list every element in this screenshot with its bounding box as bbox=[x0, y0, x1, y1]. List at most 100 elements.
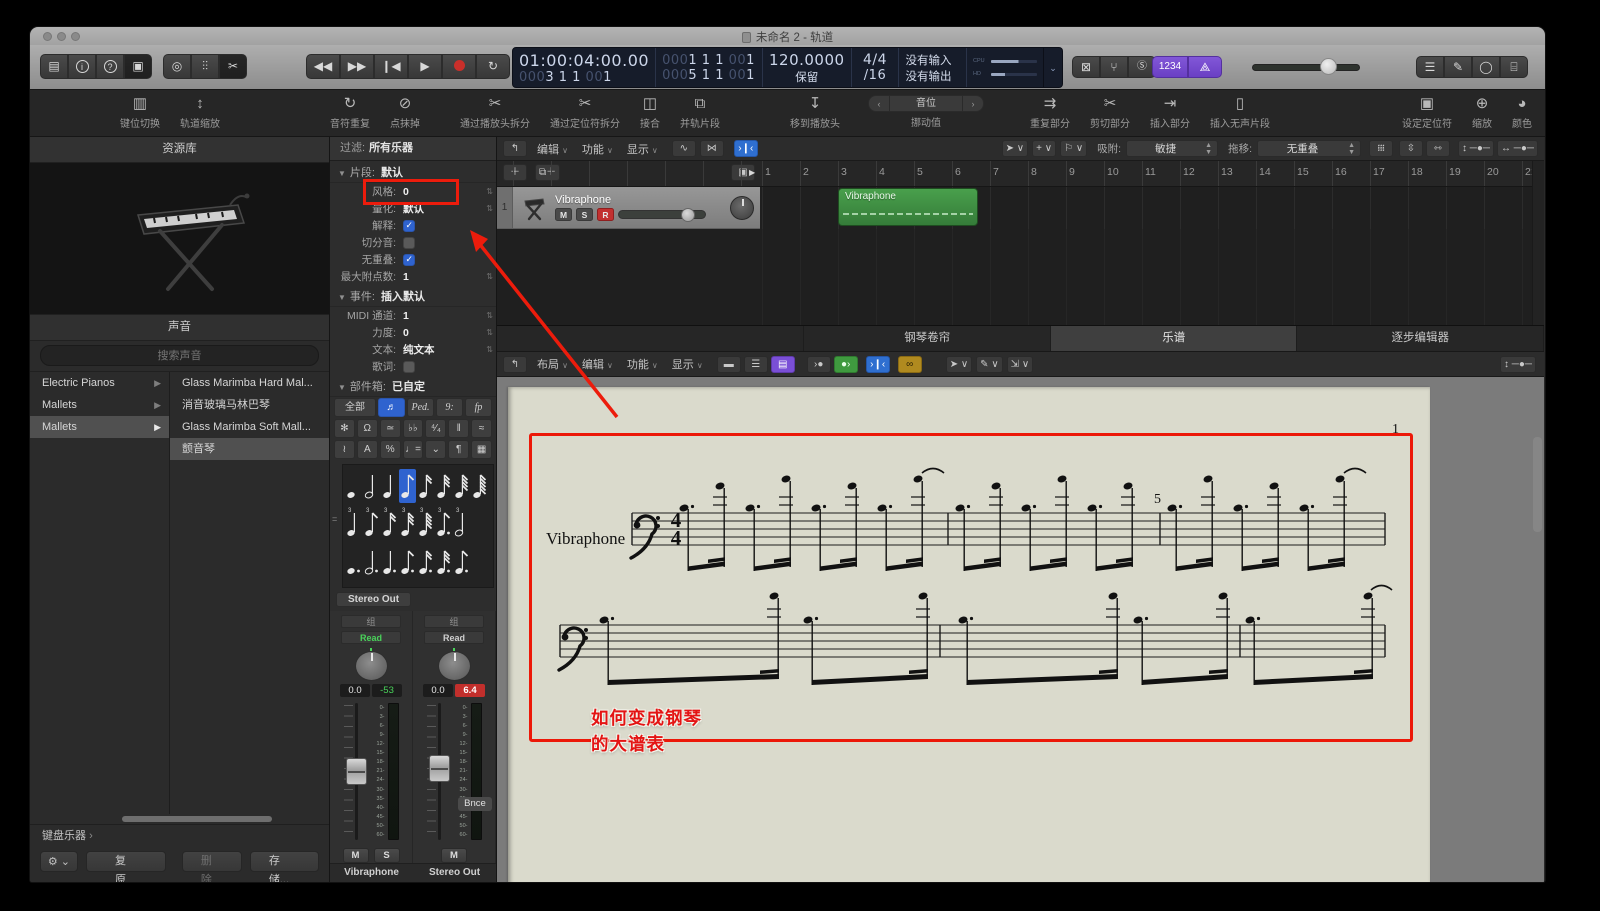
note-duration-cell[interactable] bbox=[453, 545, 470, 579]
back-arrow-icon[interactable]: ↰ bbox=[503, 140, 527, 157]
empty-lanes[interactable] bbox=[760, 229, 1532, 325]
repeat-category-icon[interactable]: ‖ bbox=[448, 419, 469, 438]
pedal-category-icon[interactable]: Ped. bbox=[407, 398, 434, 417]
track-volume-slider[interactable] bbox=[618, 210, 706, 219]
volume-thumb[interactable] bbox=[1320, 58, 1337, 75]
waveform-zoom-icon[interactable]: ᎒᎒᎒ bbox=[1369, 140, 1393, 157]
pan-knob[interactable] bbox=[355, 651, 388, 681]
menu-view[interactable]: 显示 ∨ bbox=[627, 141, 658, 157]
toolbar-item-keyboard[interactable]: ▥键位切换 bbox=[120, 95, 160, 130]
automation-mode-button[interactable]: Read bbox=[424, 631, 484, 644]
toolbar-item-insert-silence[interactable]: ▯插入无声片段 bbox=[1210, 95, 1270, 130]
resize-tool-icon[interactable]: ⇲ ∨ bbox=[1007, 356, 1033, 373]
toolbar-item-repeat-section[interactable]: ⇉重复部分 bbox=[1030, 95, 1070, 130]
track-solo-button[interactable]: S bbox=[576, 208, 593, 221]
catch-playhead-icon[interactable]: ›❙‹ bbox=[734, 140, 758, 157]
pan-value[interactable]: 0.0 bbox=[340, 684, 370, 697]
solo-button[interactable]: S bbox=[374, 848, 400, 863]
forward-icon[interactable]: ▶▶ bbox=[340, 54, 374, 79]
note-duration-cell[interactable] bbox=[417, 469, 434, 503]
checkbox[interactable] bbox=[403, 254, 415, 266]
group-button[interactable]: 组 bbox=[341, 615, 401, 628]
track-mute-button[interactable]: M bbox=[555, 208, 572, 221]
playhead-marker[interactable]: ▶ bbox=[749, 168, 755, 177]
checkbox[interactable] bbox=[403, 361, 415, 373]
checkbox[interactable] bbox=[403, 237, 415, 249]
editor-zoom-slider[interactable]: ↕ ─●─ bbox=[1500, 356, 1536, 373]
note-duration-cell[interactable] bbox=[363, 545, 380, 579]
filter-header[interactable]: 过滤:所有乐器 bbox=[330, 137, 496, 161]
pointer-tool-icon[interactable]: ➤ ∨ bbox=[1002, 140, 1028, 157]
catch-playhead-icon[interactable]: ›❙‹ bbox=[866, 356, 890, 373]
crescendo-category-icon[interactable]: ⌄ bbox=[425, 440, 446, 459]
play-icon[interactable]: ▶ bbox=[408, 54, 442, 79]
mute-button[interactable]: M bbox=[441, 848, 467, 863]
toolbar-item-cut-section[interactable]: ✂剪切部分 bbox=[1090, 95, 1130, 130]
gear-icon[interactable]: ⚙ ⌄ bbox=[40, 851, 78, 872]
note-duration-cell[interactable] bbox=[399, 545, 416, 579]
go-to-beginning-icon[interactable]: ❙◀ bbox=[374, 54, 408, 79]
menu-edit[interactable]: 编辑 ∨ bbox=[537, 141, 568, 157]
note-duration-cell[interactable] bbox=[345, 545, 362, 579]
fit-horizontal-icon[interactable]: ⇿ bbox=[1426, 140, 1450, 157]
metronome-icon[interactable]: ⟁ bbox=[1188, 56, 1222, 78]
tracks-vscrollbar[interactable] bbox=[1532, 161, 1544, 325]
segno-category-icon[interactable]: % bbox=[380, 440, 401, 459]
smart-controls-icon[interactable]: ⫶⫶ bbox=[191, 54, 219, 79]
toolbar-item-set-locators[interactable]: ▣设定定位符 bbox=[1402, 95, 1452, 130]
wrapped-view-icon[interactable]: ☰ bbox=[744, 356, 768, 373]
key-category-icon[interactable]: ♭♭ bbox=[403, 419, 424, 438]
revert-button[interactable]: 复原 bbox=[86, 851, 166, 872]
library-hscrollbar[interactable] bbox=[32, 814, 327, 824]
pencil-tool-icon[interactable]: ✎ ∨ bbox=[976, 356, 1002, 373]
stepper-icon[interactable]: ⇅ bbox=[486, 272, 493, 281]
toolbar-item-split-playhead[interactable]: ✂通过播放头拆分 bbox=[460, 95, 530, 130]
inspector-row[interactable]: 切分音: bbox=[330, 234, 496, 251]
tab-score[interactable]: 乐谱 bbox=[1051, 326, 1298, 351]
loops-icon[interactable]: ◯ bbox=[1472, 56, 1500, 78]
stepper-icon[interactable]: ⇅ bbox=[486, 204, 493, 213]
midi-in-icon[interactable]: ›● bbox=[807, 356, 831, 373]
level-value[interactable]: -53 bbox=[372, 684, 402, 697]
list-editors-icon[interactable]: ☰ bbox=[1416, 56, 1444, 78]
note-pads-icon[interactable]: ✎ bbox=[1444, 56, 1472, 78]
toolbar-item-colors[interactable]: ◕颜色 bbox=[1512, 95, 1532, 130]
toolbar-item-bounce-regions[interactable]: ⧉并轨片段 bbox=[680, 95, 720, 130]
note-duration-cell[interactable] bbox=[435, 545, 452, 579]
count-in-icon[interactable]: 1234 bbox=[1152, 56, 1188, 78]
slur-category-icon[interactable]: ≃ bbox=[380, 419, 401, 438]
save-button[interactable]: 存储... bbox=[250, 851, 319, 872]
automation-icon[interactable]: ∿ bbox=[672, 140, 696, 157]
secondary-tool-icon[interactable]: + ∨ bbox=[1032, 140, 1056, 157]
note-duration-cell[interactable]: 3 bbox=[381, 507, 398, 541]
track-record-button[interactable]: R bbox=[597, 208, 614, 221]
pan-knob[interactable] bbox=[438, 651, 471, 681]
drag-select[interactable]: 无重叠▲▼ bbox=[1257, 140, 1361, 157]
horizontal-zoom-slider[interactable]: ↔ ─●─ bbox=[1497, 140, 1538, 157]
toolbar-item-split-locators[interactable]: ✂通过定位符拆分 bbox=[550, 95, 620, 130]
snap-select[interactable]: 敏捷▲▼ bbox=[1126, 140, 1218, 157]
nudge-left-icon[interactable]: ‹ bbox=[868, 95, 890, 112]
accidental-category-icon[interactable]: ✻ bbox=[334, 419, 355, 438]
delete-button[interactable]: 删除 bbox=[182, 851, 242, 872]
inspector-row[interactable]: 歌词: bbox=[330, 358, 496, 375]
toolbar-item-track-zoom[interactable]: ↕轨道缩放 bbox=[180, 95, 220, 130]
pan-value[interactable]: 0.0 bbox=[423, 684, 453, 697]
menu-layout[interactable]: 布局 ∨ bbox=[537, 356, 568, 372]
patch-item[interactable]: Glass Marimba Hard Mal... bbox=[170, 372, 329, 394]
page-view-icon[interactable]: ▤ bbox=[771, 356, 795, 373]
stepper-icon[interactable]: ⇅ bbox=[486, 328, 493, 337]
checkbox[interactable] bbox=[403, 220, 415, 232]
rewind-icon[interactable]: ◀◀ bbox=[306, 54, 340, 79]
stepper-icon[interactable]: ⇅ bbox=[486, 345, 493, 354]
note-duration-cell[interactable]: 3 bbox=[363, 507, 380, 541]
note-duration-cell[interactable] bbox=[381, 545, 398, 579]
vertical-autozoom-icon[interactable]: ⇳ bbox=[1399, 140, 1423, 157]
note-duration-cell[interactable] bbox=[453, 469, 470, 503]
search-input[interactable] bbox=[40, 345, 319, 366]
track-header[interactable]: 1 Vibraphone M S bbox=[497, 187, 760, 229]
tab-step-editor[interactable]: 逐步编辑器 bbox=[1297, 326, 1544, 351]
octave-category-icon[interactable]: Ω bbox=[357, 419, 378, 438]
partbox-section-header[interactable]: ▼部件箱:已自定 bbox=[330, 377, 496, 397]
back-arrow-icon[interactable]: ↰ bbox=[503, 356, 527, 373]
